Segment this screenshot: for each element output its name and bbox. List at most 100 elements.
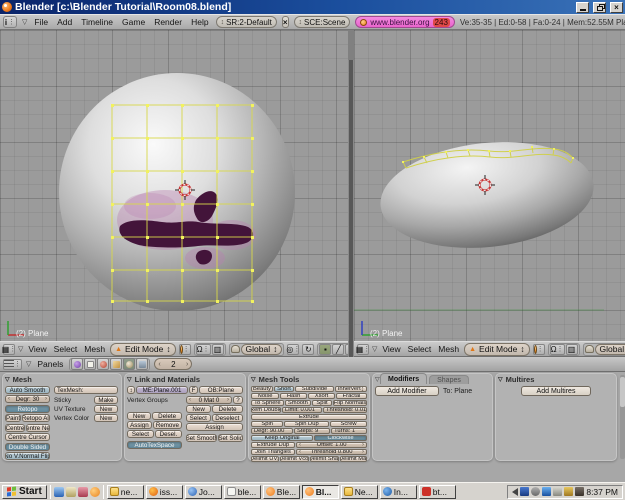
- noise-button[interactable]: Noise: [251, 393, 279, 399]
- snap-toggle[interactable]: ▥: [566, 344, 578, 355]
- material-deselect-button[interactable]: Deselect: [212, 414, 243, 422]
- rem-double-button[interactable]: Rem Double: [251, 407, 281, 413]
- viewport-side-view[interactable]: (2) Plane: [354, 30, 625, 341]
- menu-select[interactable]: Select: [52, 344, 80, 354]
- vgroup-desel-button[interactable]: Desel.: [155, 430, 182, 438]
- pivot-selector[interactable]: Ω⋮: [196, 344, 211, 355]
- scene-selector[interactable]: ↕ SCE:Scene: [294, 16, 351, 28]
- screen-selector[interactable]: ↕ SR:2-Default: [216, 16, 277, 28]
- menu-select[interactable]: Select: [406, 344, 434, 354]
- collapse-header-icon[interactable]: ▽: [18, 345, 23, 353]
- turns-field[interactable]: Turns: 1: [331, 428, 367, 434]
- screw-button[interactable]: Screw: [330, 421, 367, 427]
- window-type-button[interactable]: ⋮: [3, 359, 22, 370]
- join-threshold-field[interactable]: ‹Threshold 0.800›: [296, 449, 367, 455]
- window-type-button[interactable]: i ⋮: [3, 16, 17, 28]
- scrollbar-thumb[interactable]: [620, 377, 625, 407]
- vgroup-remove-button[interactable]: Remove: [153, 421, 182, 429]
- hand-manipulator-icon[interactable]: [585, 345, 594, 353]
- logic-context-button[interactable]: [71, 358, 83, 370]
- tray-icon-3[interactable]: [542, 487, 551, 496]
- short-toggle[interactable]: Short: [274, 386, 294, 392]
- tray-icon-4[interactable]: [553, 487, 562, 496]
- keep-original-toggle[interactable]: Keep Original: [251, 435, 313, 441]
- quicklaunch-icon-4[interactable]: [90, 487, 100, 497]
- subdivide-button[interactable]: Subdivide: [295, 386, 334, 392]
- new-vcol-button[interactable]: New: [94, 414, 118, 422]
- me-browse-button[interactable]: ↕: [127, 386, 135, 394]
- quicklaunch-icon-3[interactable]: [78, 487, 88, 497]
- scene-context-button[interactable]: [136, 358, 148, 370]
- panel-collapse-icon[interactable]: ▽: [127, 376, 132, 383]
- material-delete-button[interactable]: Delete: [212, 405, 243, 413]
- menu-mesh[interactable]: Mesh: [82, 344, 107, 354]
- restore-button[interactable]: [593, 2, 606, 13]
- retopo-toggle[interactable]: Retopo: [5, 405, 50, 413]
- steps-field[interactable]: Steps: 9: [294, 428, 330, 434]
- quicklaunch-icon-2[interactable]: [66, 487, 76, 497]
- minimize-button[interactable]: [576, 2, 589, 13]
- spin-degr-field[interactable]: Degr: 90.00: [251, 428, 293, 434]
- orientation-selector[interactable]: Global ↕: [241, 344, 283, 355]
- menu-view[interactable]: View: [380, 344, 402, 354]
- beauty-toggle[interactable]: Beauty: [251, 386, 273, 392]
- add-modifier-button[interactable]: Add Modifier: [375, 386, 439, 396]
- new-uv-button[interactable]: New: [94, 405, 118, 413]
- panel-collapse-icon[interactable]: ▽: [251, 376, 256, 383]
- task-button[interactable]: ne...: [107, 485, 144, 499]
- panels-menu[interactable]: Panels: [35, 359, 65, 369]
- object-name-field[interactable]: OB:Plane: [199, 386, 243, 394]
- smooth-button[interactable]: Smooth: [285, 400, 311, 406]
- extrude-dup-button[interactable]: Extrude Dup: [251, 442, 295, 448]
- limit-field[interactable]: Limit: 0.001: [282, 407, 322, 413]
- degr-field[interactable]: ‹Degr: 30›: [5, 395, 50, 403]
- task-button[interactable]: ble...: [224, 485, 261, 499]
- task-button[interactable]: Ble...: [263, 485, 300, 499]
- script-context-button[interactable]: [84, 358, 96, 370]
- edge-select-button[interactable]: ╱: [332, 344, 344, 355]
- stepper-right-icon[interactable]: ›: [186, 361, 188, 368]
- tray-icon-5[interactable]: [564, 487, 573, 496]
- stepper-left-icon[interactable]: ‹: [158, 361, 160, 368]
- hand-manipulator-icon[interactable]: [231, 345, 240, 353]
- mesh-datablock-field[interactable]: ME:Plane.001: [136, 386, 188, 394]
- vgroup-new-button[interactable]: New: [127, 412, 151, 420]
- delimit-uvs-toggle[interactable]: Delimit UVs: [251, 456, 279, 462]
- vnormal-flip-toggle[interactable]: No V.Normal Flip: [5, 452, 50, 460]
- panel-header[interactable]: ▽ Link and Materials: [127, 375, 243, 384]
- panel-collapse-icon[interactable]: ▽: [5, 376, 10, 383]
- shading-context-button[interactable]: [97, 358, 109, 370]
- window-type-button[interactable]: ▦ ⋮: [3, 344, 15, 355]
- task-button[interactable]: In...: [380, 485, 417, 499]
- mode-selector[interactable]: ▲ Edit Mode ↕: [464, 343, 529, 356]
- hash-button[interactable]: Hash: [280, 393, 307, 399]
- set-solid-button[interactable]: Set Solid: [218, 434, 243, 442]
- tray-icon-2[interactable]: [531, 487, 540, 496]
- double-sided-toggle[interactable]: Double Sided: [5, 443, 50, 451]
- panel-collapse-icon[interactable]: ▽: [375, 376, 380, 383]
- delimit-vcol-toggle[interactable]: Delimit Vcol: [280, 456, 308, 462]
- quicklaunch-icon-1[interactable]: [54, 487, 64, 497]
- menu-file[interactable]: File: [32, 17, 50, 27]
- autotexspace-toggle[interactable]: AutoTexSpace: [127, 441, 182, 449]
- window-titlebar[interactable]: Blender [c:\Blender Tutorial\Room08.blen…: [0, 0, 625, 14]
- texmesh-field[interactable]: TexMesh:: [54, 386, 118, 394]
- task-button[interactable]: Ne...: [341, 485, 378, 499]
- paint-button[interactable]: Paint: [5, 414, 21, 422]
- delimit-shar-toggle[interactable]: Delimit Shar: [310, 456, 339, 462]
- collapse-header-icon[interactable]: ▽: [22, 18, 27, 26]
- split-button[interactable]: Split: [312, 400, 332, 406]
- vgroup-assign-button[interactable]: Assign: [127, 421, 152, 429]
- fractal-button[interactable]: Fractal: [336, 393, 367, 399]
- pivot-selector[interactable]: Ω⋮: [550, 344, 565, 355]
- viewport-top-view[interactable]: (2) Plane: [0, 30, 348, 341]
- panel-collapse-icon[interactable]: ▽: [498, 376, 503, 383]
- add-multires-button[interactable]: Add Multires: [521, 386, 591, 396]
- delimit-mat-toggle[interactable]: Delimit Mat: [340, 456, 367, 462]
- mode-selector[interactable]: ▲ Edit Mode ↕: [110, 343, 175, 356]
- to-sphere-button[interactable]: To Sphere: [251, 400, 284, 406]
- material-select-button[interactable]: Select: [186, 414, 211, 422]
- window-type-button[interactable]: ▦ ⋮: [357, 344, 369, 355]
- face-select-button[interactable]: △: [345, 344, 348, 355]
- start-button[interactable]: Start: [2, 485, 47, 499]
